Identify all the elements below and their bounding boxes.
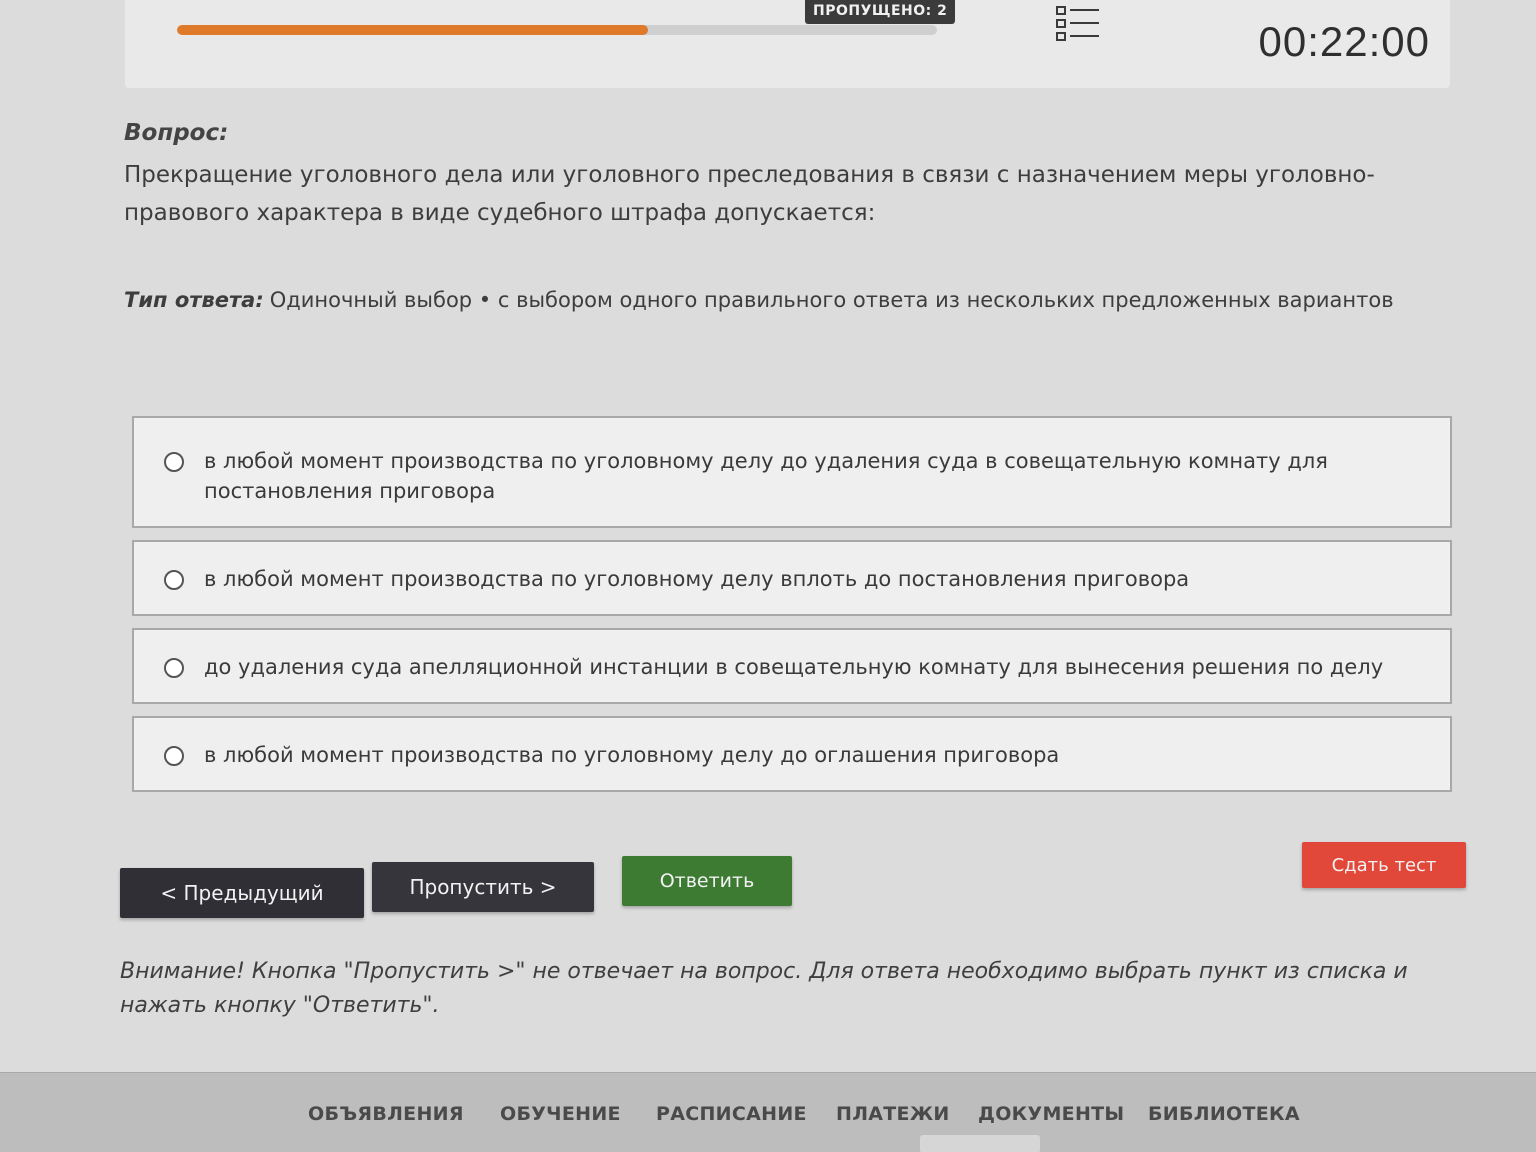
nav-item-announcements[interactable]: ОБЪЯВЛЕНИЯ (308, 1103, 464, 1125)
question-text: Прекращение уголовного дела или уголовно… (124, 162, 1375, 226)
timer: 00:22:00 (1258, 18, 1430, 65)
answer-option-3[interactable]: до удаления суда апелляционной инстанции… (132, 628, 1452, 704)
answer-option-4[interactable]: в любой момент производства по уголовном… (132, 716, 1452, 792)
answer-option-1[interactable]: в любой момент производства по уголовном… (132, 416, 1452, 528)
previous-button[interactable]: < Предыдущий (120, 868, 364, 918)
skipped-count-badge: ПРОПУЩЕНО: 2 (805, 0, 956, 24)
nav-item-schedule[interactable]: РАСПИСАНИЕ (656, 1103, 807, 1125)
answer-option-text: в любой момент производства по уголовном… (204, 449, 1328, 503)
submit-test-button[interactable]: Сдать тест (1302, 842, 1466, 888)
skip-warning-notice: Внимание! Кнопка "Пропустить >" не отвеч… (120, 959, 1408, 1018)
answer-type: Тип ответа: Одиночный выбор • с выбором о… (124, 288, 1424, 312)
nav-item-payments[interactable]: ПЛАТЕЖИ (836, 1103, 950, 1125)
answer-type-value: Одиночный выбор • с выбором одного прави… (269, 288, 1394, 312)
progress-bar-fill (177, 25, 649, 35)
progress-bar (177, 25, 937, 35)
answer-option-text: в любой момент производства по уголовном… (204, 743, 1060, 767)
answer-option-text: до удаления суда апелляционной инстанции… (204, 655, 1384, 679)
taskbar-tray (920, 1135, 1040, 1152)
nav-item-education[interactable]: ОБУЧЕНИЕ (500, 1103, 621, 1125)
answer-type-label: Тип ответа: (124, 288, 264, 312)
answer-option-2[interactable]: в любой момент производства по уголовном… (132, 540, 1452, 616)
question-block: Вопрос: Прекращение уголовного дела или … (124, 120, 1424, 232)
answer-option-text: в любой момент производства по уголовном… (204, 567, 1190, 591)
nav-item-documents[interactable]: ДОКУМЕНТЫ (978, 1103, 1124, 1125)
nav-item-library[interactable]: БИБЛИОТЕКА (1148, 1103, 1300, 1125)
radio-button-icon[interactable] (164, 658, 184, 678)
answer-options: в любой момент производства по уголовном… (132, 416, 1452, 804)
test-header: ПРОПУЩЕНО: 2 00:22:00 (125, 0, 1450, 88)
list-icon[interactable] (1055, 4, 1101, 44)
bottom-navigation: ОБЪЯВЛЕНИЯ ОБУЧЕНИЕ РАСПИСАНИЕ ПЛАТЕЖИ Д… (0, 1072, 1536, 1152)
radio-button-icon[interactable] (164, 746, 184, 766)
radio-button-icon[interactable] (164, 452, 184, 472)
answer-button[interactable]: Ответить (622, 856, 792, 906)
question-label: Вопрос: (124, 120, 229, 146)
skip-button[interactable]: Пропустить > (372, 862, 594, 912)
radio-button-icon[interactable] (164, 570, 184, 590)
